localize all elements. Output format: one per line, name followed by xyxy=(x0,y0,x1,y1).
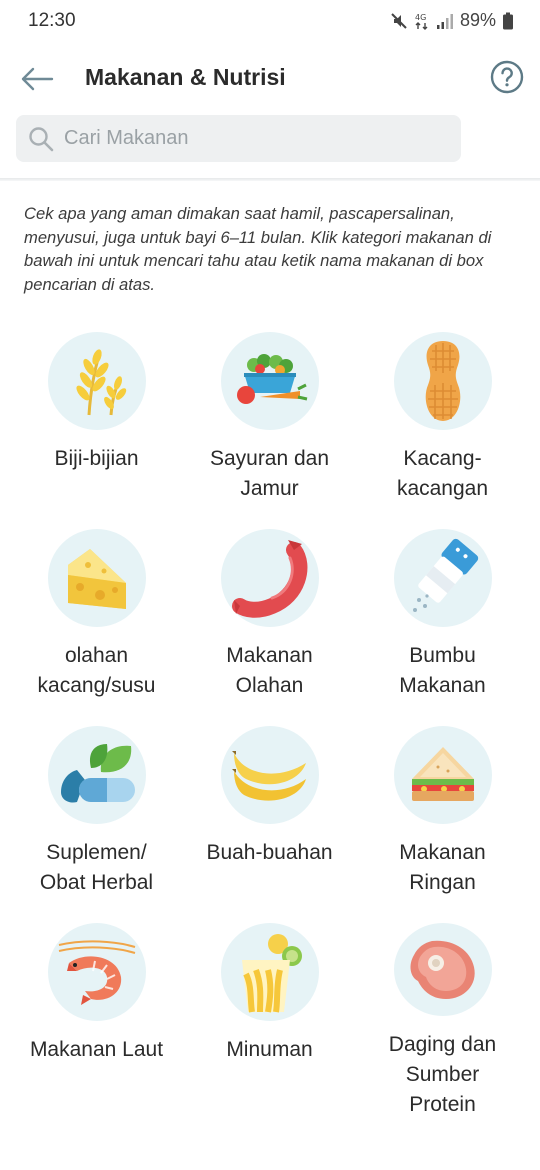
app-header: Makanan & Nutrisi xyxy=(0,44,540,112)
status-icons: 4G 89% xyxy=(390,10,514,31)
category-makanan-ringan[interactable]: Makanan Ringan xyxy=(356,726,529,923)
salt-shaker-icon xyxy=(412,538,478,612)
search-input[interactable] xyxy=(64,118,444,159)
back-button[interactable] xyxy=(16,58,58,100)
category-icon-circle xyxy=(220,332,319,430)
help-icon[interactable] xyxy=(490,60,524,94)
category-label: olahan kacang/susu xyxy=(37,644,156,697)
category-icon-circle xyxy=(393,529,492,627)
vegetable-basket-icon xyxy=(236,354,307,404)
battery-percent: 89% xyxy=(459,10,496,30)
category-makanan-laut[interactable]: Makanan Laut xyxy=(10,923,183,1120)
category-icon-circle xyxy=(220,726,319,824)
category-daging-dan-sumber-protein[interactable]: Daging dan Sumber Protein xyxy=(356,923,529,1120)
category-label: Buah-buahan xyxy=(206,841,333,864)
category-grid: Biji-bijian Sayuran dan Jamur Kacang- ka… xyxy=(10,332,530,1120)
status-time: 12:30 xyxy=(28,10,76,31)
category-label: Makanan Laut xyxy=(29,1038,164,1061)
category-icon-circle xyxy=(47,923,146,1021)
grain-icon xyxy=(75,349,126,416)
header-divider xyxy=(0,178,540,181)
intro-text: Cek apa yang aman dimakan saat hamil, pa… xyxy=(24,204,492,294)
category-label: Sayuran dan Jamur xyxy=(209,447,330,500)
page-title: Makanan & Nutrisi xyxy=(85,64,286,90)
category-buah-buahan[interactable]: Buah-buahan xyxy=(183,726,356,923)
mute-icon xyxy=(391,12,407,29)
category-icon-circle xyxy=(220,923,319,1021)
battery-icon xyxy=(503,12,513,29)
svg-text:4G: 4G xyxy=(415,13,426,22)
category-olahan-kacang-susu[interactable]: olahan kacang/susu xyxy=(10,529,183,726)
peanut-icon xyxy=(425,341,460,421)
drink-cup-icon xyxy=(241,934,302,1013)
banana-icon xyxy=(231,751,306,801)
category-label: Suplemen/ Obat Herbal xyxy=(39,841,154,894)
category-suplemen-obat-herbal[interactable]: Suplemen/ Obat Herbal xyxy=(10,726,183,923)
arrow-left-icon xyxy=(21,67,54,91)
category-label: Makanan Ringan xyxy=(399,841,486,894)
category-label: Minuman xyxy=(226,1038,313,1061)
shrimp-icon xyxy=(58,940,135,1005)
category-bumbu-makanan[interactable]: Bumbu Makanan xyxy=(356,529,529,726)
network-4g-icon: 4G xyxy=(415,13,428,30)
category-label: Biji-bijian xyxy=(54,447,139,470)
category-icon-circle xyxy=(393,332,492,430)
category-label: Daging dan Sumber Protein xyxy=(388,1033,497,1116)
capsule-leaf-icon xyxy=(60,744,135,803)
category-icon-circle xyxy=(47,332,146,430)
category-label: Makanan Olahan xyxy=(226,644,313,697)
category-biji-bijian[interactable]: Biji-bijian xyxy=(10,332,183,529)
category-icon-circle xyxy=(220,529,319,627)
category-kacang-kacangan[interactable]: Kacang- kacangan xyxy=(356,332,529,529)
category-makanan-olahan[interactable]: Makanan Olahan xyxy=(183,529,356,726)
category-label: Bumbu Makanan xyxy=(399,644,486,697)
category-minuman[interactable]: Minuman xyxy=(183,923,356,1120)
category-sayuran-dan-jamur[interactable]: Sayuran dan Jamur xyxy=(183,332,356,529)
sandwich-icon xyxy=(411,747,474,801)
search-bar[interactable] xyxy=(16,115,461,162)
category-icon-circle xyxy=(393,923,492,1016)
sausage-icon xyxy=(231,540,307,618)
signal-icon xyxy=(436,13,453,29)
meat-steak-icon xyxy=(410,940,475,999)
category-icon-circle xyxy=(47,726,146,824)
status-bar: 12:30 4G 89% xyxy=(0,0,540,44)
category-icon-circle xyxy=(47,529,146,627)
search-icon xyxy=(29,126,54,151)
cheese-icon xyxy=(67,549,126,609)
category-label: Kacang- kacangan xyxy=(396,447,489,500)
category-icon-circle xyxy=(393,726,492,824)
